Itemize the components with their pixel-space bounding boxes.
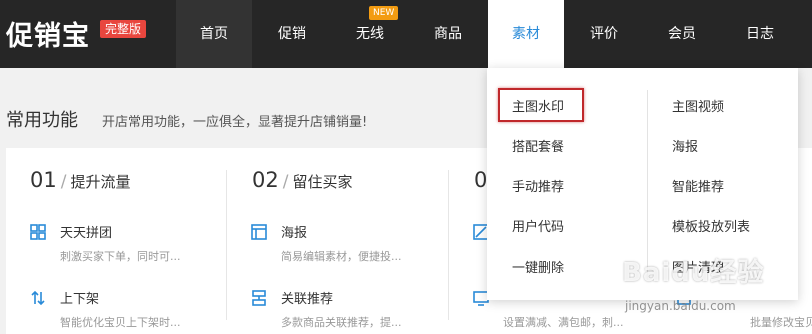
column-header: 01/提升流量	[30, 168, 130, 192]
poster-layout-icon	[251, 224, 267, 240]
feature-desc: 简易编辑素材，便捷投...	[281, 250, 402, 263]
feature-desc: 刺激买家下单，同时可...	[60, 250, 181, 263]
feature-desc: 多款商品关联推荐，提...	[281, 316, 402, 329]
menu-item-main-image-video[interactable]: 主图视频	[672, 96, 724, 115]
nav-members[interactable]: 会员	[644, 0, 720, 68]
nav-home[interactable]: 首页	[176, 0, 252, 68]
nav-promotion[interactable]: 促销	[254, 0, 330, 68]
nav-materials[interactable]: 素材	[488, 0, 564, 68]
column-number: 0	[474, 168, 488, 192]
menu-item-poster[interactable]: 海报	[672, 136, 698, 155]
column-name: 提升流量	[70, 173, 131, 191]
column-number: 02	[252, 168, 279, 192]
column-header: 02/留住买家	[252, 168, 352, 192]
nav-products[interactable]: 商品	[410, 0, 486, 68]
column-number: 01	[30, 168, 57, 192]
menu-item-one-click-delete[interactable]: 一键删除	[512, 257, 564, 276]
column-header: 0	[474, 168, 487, 192]
feature-title: 海报	[281, 226, 308, 241]
feature-column-traffic: 01/提升流量 天天拼团 刺激买家下单，同时可... 上下架 智能优化宝贝上下架…	[6, 148, 226, 334]
feature-desc: 批量修改宝贝的...	[750, 316, 812, 329]
top-nav-bar: 促销宝 完整版 首页 促销 无线 NEW 商品 素材 评价 会员 日志	[0, 0, 812, 68]
section-title: 常用功能	[6, 110, 78, 131]
menu-item-user-code[interactable]: 用户代码	[512, 216, 564, 235]
column-slash: /	[282, 172, 289, 192]
column-slash: /	[60, 172, 67, 192]
feature-column-retention: 02/留住买家 海报 简易编辑素材，便捷投... 关联推荐 多款商品关联推荐，提…	[227, 148, 447, 334]
feature-desc: 智能优化宝贝上下架时...	[60, 316, 181, 329]
new-badge: NEW	[369, 6, 399, 20]
feature-title: 天天拼团	[60, 226, 113, 241]
app-logo[interactable]: 促销宝	[6, 14, 90, 53]
menu-item-main-image-watermark[interactable]: 主图水印	[512, 96, 564, 115]
watermark-url: jingyan.baidu.com	[625, 299, 736, 313]
updown-arrows-icon	[31, 290, 45, 306]
baidu-jingyan-watermark: Baidu经验	[622, 258, 765, 288]
feature-title: 关联推荐	[281, 292, 334, 307]
feature-desc: 设置满减、满包邮，刺...	[503, 316, 624, 329]
nav-reviews[interactable]: 评价	[566, 0, 642, 68]
nav-logs[interactable]: 日志	[722, 0, 798, 68]
section-subtitle: 开店常用功能，一应俱全，显著提升店铺销量!	[102, 115, 368, 130]
menu-item-bundle-package[interactable]: 搭配套餐	[512, 136, 564, 155]
feature-title: 上下架	[60, 292, 100, 307]
related-icon	[252, 290, 266, 306]
menu-item-template-list[interactable]: 模板投放列表	[672, 216, 750, 235]
edition-badge: 完整版	[100, 20, 147, 38]
column-name: 留住买家	[292, 173, 353, 191]
grid-icon	[30, 224, 46, 240]
menu-item-smart-recommend[interactable]: 智能推荐	[672, 176, 724, 195]
menu-item-manual-recommend[interactable]: 手动推荐	[512, 176, 564, 195]
